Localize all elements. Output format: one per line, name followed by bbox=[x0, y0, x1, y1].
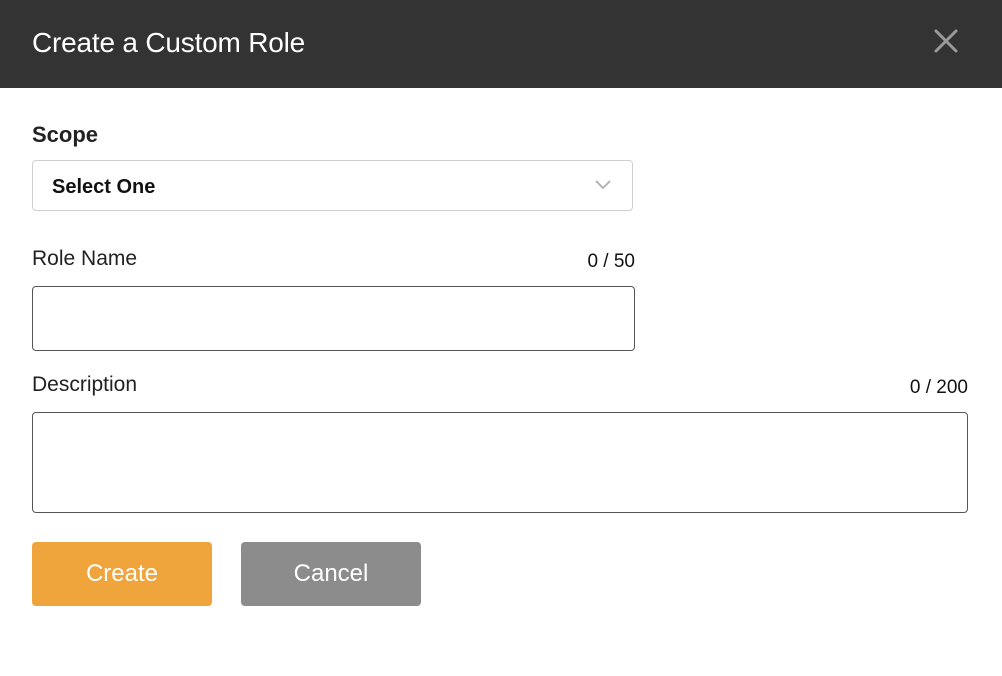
cancel-button[interactable]: Cancel bbox=[241, 542, 421, 606]
role-name-label: Role Name bbox=[32, 247, 138, 270]
dialog-header: Create a Custom Role bbox=[0, 0, 1002, 88]
role-name-counter: 0 / 50 bbox=[587, 251, 635, 272]
scope-selected-value: Select One bbox=[52, 176, 156, 198]
create-button[interactable]: Create bbox=[32, 542, 212, 606]
chevron-down-icon bbox=[595, 180, 611, 190]
dialog-title: Create a Custom Role bbox=[32, 27, 306, 58]
create-custom-role-dialog: Create a Custom Role Scope Select One Ro… bbox=[0, 0, 1002, 676]
description-textarea[interactable] bbox=[32, 412, 968, 513]
close-button[interactable] bbox=[930, 25, 962, 57]
description-counter: 0 / 200 bbox=[909, 377, 968, 398]
close-icon bbox=[934, 29, 958, 53]
description-label: Description bbox=[32, 373, 138, 396]
role-name-input[interactable] bbox=[32, 286, 635, 351]
scope-label: Scope bbox=[32, 122, 99, 147]
scope-select[interactable]: Select One bbox=[32, 160, 633, 211]
